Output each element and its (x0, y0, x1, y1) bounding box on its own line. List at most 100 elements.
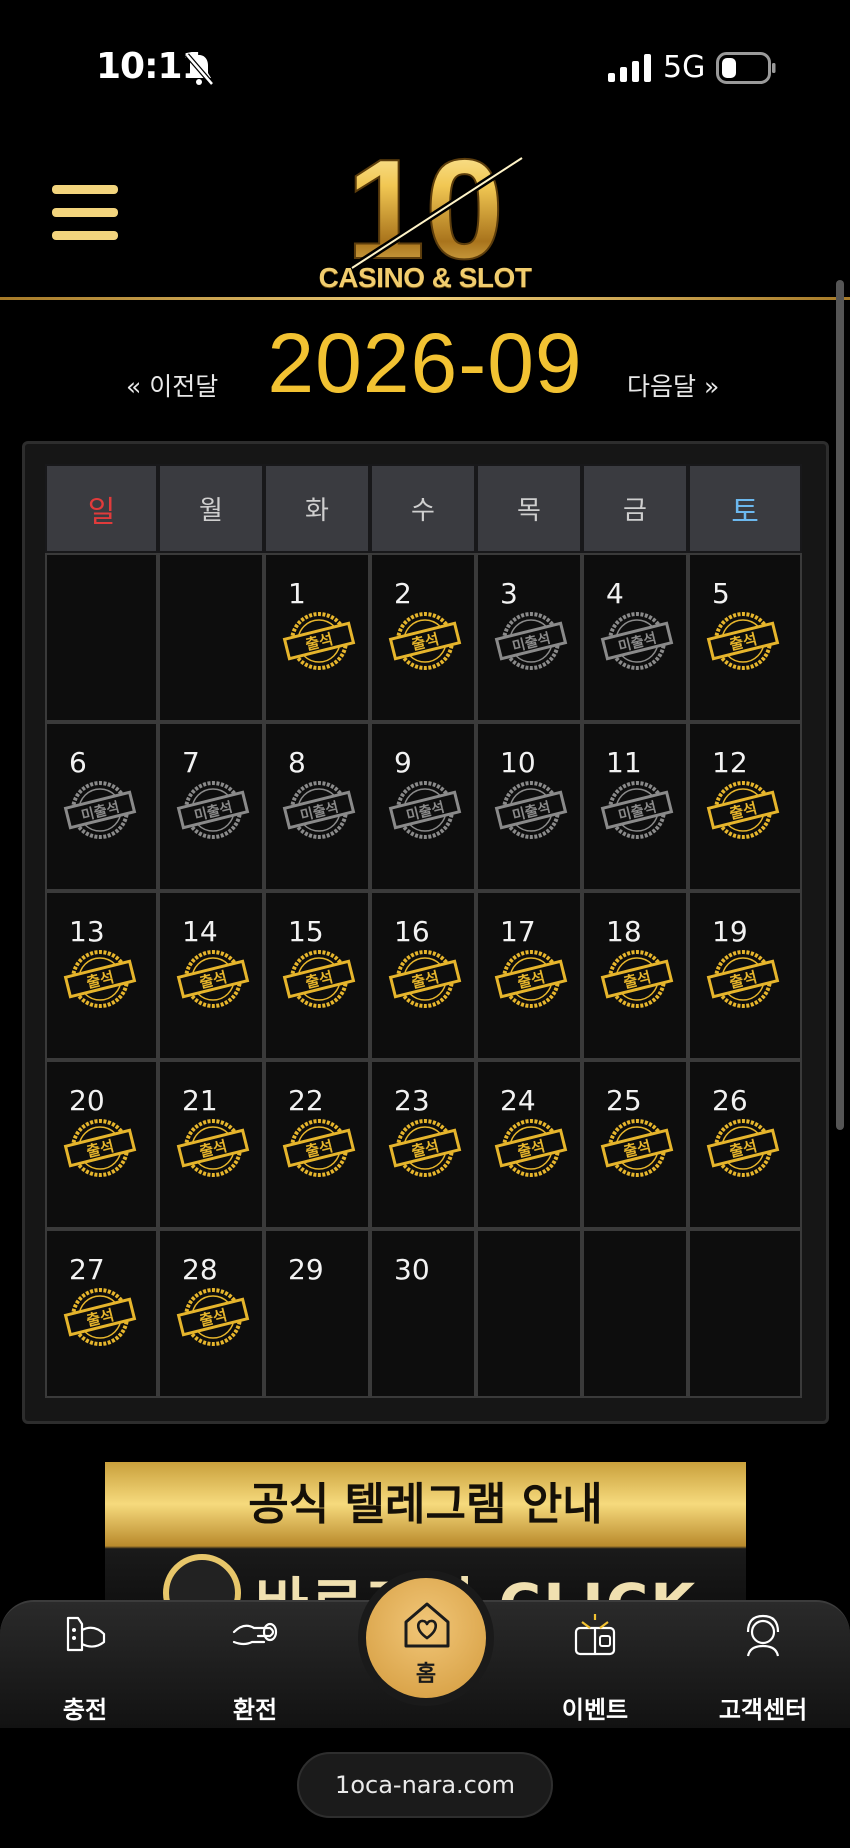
logo[interactable]: 10 CASINO & SLOT (312, 129, 538, 296)
scrollbar[interactable] (836, 280, 844, 1130)
day-cell[interactable]: 11 미출석 (582, 722, 688, 891)
day-cell[interactable]: 27 출석 (45, 1229, 158, 1398)
day-cell[interactable]: 1 출석 (264, 553, 370, 722)
day-number: 13 (69, 915, 105, 948)
nav-event[interactable]: 이벤트 (520, 1602, 670, 1730)
attended-stamp-icon: 출석 (61, 1116, 139, 1180)
attended-stamp-icon: 출석 (492, 947, 570, 1011)
day-cell[interactable]: 20 출석 (45, 1060, 158, 1229)
weekday-header-row: 일월화수목금토 (45, 464, 806, 553)
absent-stamp-icon: 미출석 (280, 778, 358, 842)
day-cell[interactable]: 14 출석 (158, 891, 264, 1060)
status-bar: 10:11 5G (0, 0, 850, 140)
exchange-icon (232, 1622, 278, 1646)
absent-stamp-icon: 미출석 (492, 778, 570, 842)
attended-stamp-icon: 출석 (280, 1116, 358, 1180)
day-cell[interactable]: 19 출석 (688, 891, 802, 1060)
day-cell[interactable]: 17 출석 (476, 891, 582, 1060)
weekday-header: 화 (264, 464, 370, 553)
nav-exchange-label: 환전 (232, 1696, 278, 1724)
attended-stamp-icon: 출석 (386, 609, 464, 673)
empty-day-cell (45, 553, 158, 722)
nav-exchange[interactable]: 환전 (180, 1602, 330, 1730)
day-number: 23 (394, 1084, 430, 1117)
nav-charge[interactable]: 충전 (10, 1602, 160, 1730)
network-label: 5G (663, 50, 706, 85)
home-button[interactable]: 홈 (358, 1570, 494, 1706)
attended-stamp-icon: 출석 (280, 947, 358, 1011)
next-month-link[interactable]: 다음달 » (627, 367, 719, 403)
day-cell[interactable]: 6 미출석 (45, 722, 158, 891)
day-cell[interactable]: 12 출석 (688, 722, 802, 891)
day-cell[interactable]: 30 (370, 1229, 476, 1398)
attended-stamp-icon: 출석 (174, 1116, 252, 1180)
url-bar[interactable]: 1oca-nara.com (297, 1752, 553, 1818)
day-cell[interactable]: 25 출석 (582, 1060, 688, 1229)
logo-text: CASINO & SLOT (318, 262, 532, 293)
attendance-calendar: 일월화수목금토 1 출석 2 출석 3 미출석 4 미출석 5 출석 6 미출석 7 미출석 8 미출석 9 미출… (45, 464, 806, 1398)
attended-stamp-icon: 출석 (598, 1116, 676, 1180)
attended-stamp-icon: 출석 (61, 947, 139, 1011)
day-number: 10 (500, 746, 536, 779)
day-cell[interactable]: 15 출석 (264, 891, 370, 1060)
banner-title: 공식 텔레그램 안내 (248, 1479, 603, 1530)
attended-stamp-icon: 출석 (174, 1285, 252, 1349)
day-cell[interactable]: 26 출석 (688, 1060, 802, 1229)
day-number: 7 (182, 746, 200, 779)
battery-icon (716, 52, 776, 84)
attended-stamp-icon: 출석 (386, 947, 464, 1011)
attended-stamp-icon: 출석 (61, 1285, 139, 1349)
day-number: 6 (69, 746, 87, 779)
absent-stamp-icon: 미출석 (492, 609, 570, 673)
menu-bar (52, 208, 118, 217)
month-title: 2026-09 (267, 316, 583, 410)
weekday-header: 월 (158, 464, 264, 553)
attended-stamp-icon: 출석 (704, 778, 782, 842)
day-number: 9 (394, 746, 412, 779)
day-cell[interactable]: 8 미출석 (264, 722, 370, 891)
nav-charge-label: 충전 (62, 1696, 108, 1724)
day-number: 22 (288, 1084, 324, 1117)
day-cell[interactable]: 22 출석 (264, 1060, 370, 1229)
calendar-weeks: 1 출석 2 출석 3 미출석 4 미출석 5 출석 6 미출석 7 미출석 8 미출석 9 미출석 10 미출석 11… (45, 553, 806, 1398)
day-cell[interactable]: 3 미출석 (476, 553, 582, 722)
day-cell[interactable]: 21 출석 (158, 1060, 264, 1229)
weekday-header: 수 (370, 464, 476, 553)
day-number: 12 (712, 746, 748, 779)
nav-support[interactable]: 고객센터 (688, 1602, 838, 1730)
day-cell[interactable]: 24 출석 (476, 1060, 582, 1229)
day-number: 14 (182, 915, 218, 948)
gift-icon (574, 1614, 616, 1656)
empty-day-cell (158, 553, 264, 722)
hamburger-menu-icon[interactable] (52, 185, 118, 243)
nav-support-label: 고객센터 (718, 1696, 808, 1724)
absent-stamp-icon: 미출석 (61, 778, 139, 842)
day-cell[interactable]: 28 출석 (158, 1229, 264, 1398)
day-number: 24 (500, 1084, 536, 1117)
prev-month-link[interactable]: « 이전달 (126, 367, 218, 403)
menu-bar (52, 231, 118, 240)
day-cell[interactable]: 4 미출석 (582, 553, 688, 722)
day-cell[interactable]: 2 출석 (370, 553, 476, 722)
attended-stamp-icon: 출석 (280, 609, 358, 673)
day-cell[interactable]: 5 출석 (688, 553, 802, 722)
weekday-header: 금 (582, 464, 688, 553)
day-number: 17 (500, 915, 536, 948)
day-cell[interactable]: 29 (264, 1229, 370, 1398)
attended-stamp-icon: 출석 (704, 1116, 782, 1180)
day-cell[interactable]: 16 출석 (370, 891, 476, 1060)
day-number: 1 (288, 577, 306, 610)
day-cell[interactable]: 9 미출석 (370, 722, 476, 891)
day-number: 5 (712, 577, 730, 610)
day-cell[interactable]: 7 미출석 (158, 722, 264, 891)
attended-stamp-icon: 출석 (704, 947, 782, 1011)
month-navigation: « 이전달 2026-09 다음달 » (0, 315, 850, 410)
charge-icon (66, 1616, 106, 1652)
day-cell[interactable]: 10 미출석 (476, 722, 582, 891)
menu-bar (52, 185, 118, 194)
day-number: 18 (606, 915, 642, 948)
day-cell[interactable]: 23 출석 (370, 1060, 476, 1229)
day-cell[interactable]: 13 출석 (45, 891, 158, 1060)
absent-stamp-icon: 미출석 (174, 778, 252, 842)
day-cell[interactable]: 18 출석 (582, 891, 688, 1060)
